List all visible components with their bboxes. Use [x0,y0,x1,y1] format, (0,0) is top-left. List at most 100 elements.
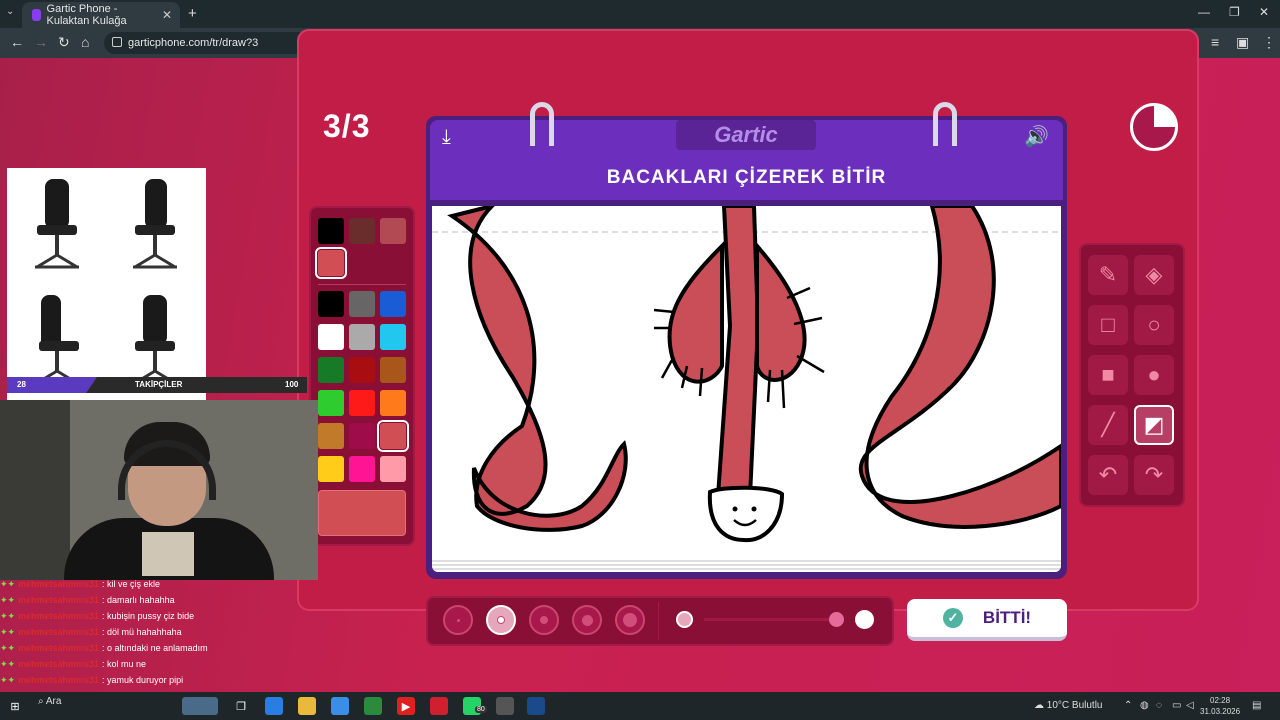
ad-panel[interactable] [7,168,206,400]
chat-badge-icon: ✦✦ [0,594,16,605]
clock[interactable]: 02:28 31.03.2026 [1200,695,1240,717]
color-swatch[interactable] [349,291,375,317]
color-swatch[interactable] [377,420,409,452]
home-icon[interactable]: ⌂ [81,34,89,50]
recent-color-swatch[interactable] [349,218,375,244]
face-eye-right [751,506,757,512]
color-swatch[interactable] [349,390,375,416]
store-icon[interactable] [331,697,349,715]
circle-outline-icon[interactable]: ○ [1134,305,1174,345]
color-swatch[interactable] [318,357,344,383]
brush-size-3[interactable] [529,605,559,635]
eraser-icon[interactable]: ◈ [1134,255,1174,295]
profile-icon[interactable]: ▣ [1236,34,1249,51]
color-swatch[interactable] [380,357,406,383]
chat-message: ✦✦ mehmetsahmms31: yamuk duruyor pipi [0,672,183,688]
color-swatch[interactable] [380,456,406,482]
tab-close-icon[interactable]: ✕ [162,8,172,22]
steam-icon[interactable] [527,697,545,715]
recent-color-swatch[interactable] [380,218,406,244]
opacity-slider[interactable] [704,618,834,621]
download-drawing-icon[interactable]: ⤓ [442,126,451,149]
browser-tab[interactable]: Gartic Phone - Kulaktan Kulağa ✕ [22,2,180,28]
weather-widget[interactable]: ☁ 10°C Bulutlu [1034,700,1102,711]
color-swatch[interactable] [318,390,344,416]
recent-color-swatch[interactable] [318,218,344,244]
minimize-button[interactable]: — [1198,5,1210,19]
done-button[interactable]: ✓ BİTTİ! [907,599,1067,641]
fill-bucket-icon[interactable]: ◩ [1134,405,1174,445]
widget-icon[interactable] [182,697,218,715]
back-icon[interactable]: ← [10,34,24,50]
timer-icon [1130,103,1178,151]
whatsapp-badge: 80 [475,706,487,713]
chat-text: : kubişin pussy çiz bide [102,611,195,621]
brush-size-5[interactable] [615,605,645,635]
chrome-icon[interactable] [364,697,382,715]
chat-text: : döl mü hahahhaha [102,627,182,637]
media-icon[interactable]: ≡ [1211,34,1219,50]
notebook-pages [432,558,1061,572]
color-swatch[interactable] [318,291,344,317]
color-swatch[interactable] [349,456,375,482]
follower-label: TAKİPÇİLER [135,380,183,389]
chat-text: : kol mu ne [102,659,147,669]
color-swatch[interactable] [380,324,406,350]
color-swatch[interactable] [318,324,344,350]
notification-icon[interactable]: ▤ [1252,700,1261,711]
left-blob [667,241,724,384]
chat-badge-icon: ✦✦ [0,578,16,589]
tray-chevron-icon[interactable]: ⌃ [1124,700,1132,711]
menu-icon[interactable]: ⋮ [1262,34,1276,51]
copilot-icon[interactable] [265,697,283,715]
taskbar-search[interactable]: ⌕ Ara [38,696,61,707]
rectangle-outline-icon[interactable]: □ [1088,305,1128,345]
drawing-canvas[interactable] [432,206,1061,558]
gartic-favicon [32,9,41,21]
circle-fill-icon[interactable]: ● [1134,355,1174,395]
chat-username: mehmetsahmms31 [18,611,100,621]
tab-search-icon[interactable]: ⌄ [6,6,14,17]
color-swatch[interactable] [380,390,406,416]
drawing-svg [432,206,1061,543]
tray-app-icon[interactable]: ◍ [1140,700,1149,711]
recent-color-swatch[interactable] [315,247,347,279]
current-color-preview [318,490,406,536]
task-view-icon[interactable]: ❐ [232,697,250,715]
brush-size-1[interactable] [443,605,473,635]
forward-icon[interactable]: → [34,34,48,50]
close-window-button[interactable]: ✕ [1259,5,1269,19]
color-swatch[interactable] [349,324,375,350]
undo-icon[interactable]: ↶ [1088,455,1128,495]
chat-text: : yamuk duruyor pipi [102,675,184,685]
file-explorer-icon[interactable] [298,697,316,715]
obs-icon[interactable] [496,697,514,715]
tentacle-left [447,206,628,532]
new-tab-button[interactable]: + [188,5,197,22]
site-info-icon[interactable] [112,37,122,47]
color-swatch[interactable] [380,291,406,317]
youtube-icon[interactable]: ▶ [397,697,415,715]
reload-icon[interactable]: ↻ [58,34,70,51]
app-icon[interactable] [430,697,448,715]
task-prompt: BACAKLARI ÇİZEREK BİTİR [606,167,887,188]
tray-app-icon[interactable]: ◌ [1156,700,1162,711]
volume-icon[interactable]: ◁ [1186,700,1194,711]
start-icon[interactable]: ⊞ [6,697,24,715]
clock-date: 31.03.2026 [1200,707,1241,716]
opacity-slider-handle[interactable] [829,612,844,627]
rectangle-fill-icon[interactable]: ■ [1088,355,1128,395]
pencil-icon[interactable]: ✎ [1088,255,1128,295]
line-icon[interactable]: ╱ [1088,405,1128,445]
brush-size-2[interactable] [486,605,516,635]
network-icon[interactable]: ▭ [1172,700,1181,711]
brush-size-4[interactable] [572,605,602,635]
redo-icon[interactable]: ↷ [1134,455,1174,495]
restore-button[interactable]: ❐ [1229,5,1240,19]
color-swatch[interactable] [318,423,344,449]
color-swatch[interactable] [349,357,375,383]
color-swatch[interactable] [349,423,375,449]
sound-icon[interactable]: 🔊 [1024,124,1049,149]
color-swatch[interactable] [318,456,344,482]
chat-username: mehmetsahmms31 [18,579,100,589]
